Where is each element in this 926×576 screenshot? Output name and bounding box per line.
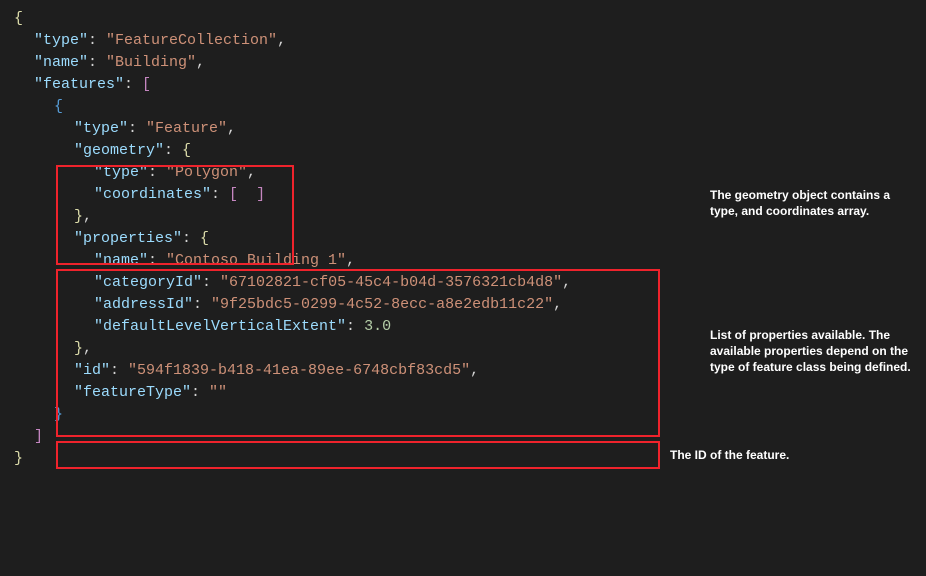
code-line: "type": "FeatureCollection", bbox=[14, 30, 926, 52]
annotation-id: The ID of the feature. bbox=[670, 447, 910, 463]
code-line: "addressId": "9f25bdc5-0299-4c52-8ecc-a8… bbox=[14, 294, 926, 316]
annotation-geometry: The geometry object contains a type, and… bbox=[710, 187, 915, 219]
code-line: "name": "Building", bbox=[14, 52, 926, 74]
code-line: "geometry": { bbox=[14, 140, 926, 162]
code-line: "featureType": "" bbox=[14, 382, 926, 404]
code-line: ] bbox=[14, 426, 926, 448]
code-line: "properties": { bbox=[14, 228, 926, 250]
code-line: { bbox=[14, 96, 926, 118]
code-line: } bbox=[14, 404, 926, 426]
code-line: "categoryId": "67102821-cf05-45c4-b04d-3… bbox=[14, 272, 926, 294]
code-line: "name": "Contoso Building 1", bbox=[14, 250, 926, 272]
annotation-properties: List of properties available. The availa… bbox=[710, 327, 915, 376]
code-line: "type": "Feature", bbox=[14, 118, 926, 140]
code-line: "type": "Polygon", bbox=[14, 162, 926, 184]
code-line: { bbox=[14, 8, 926, 30]
json-code-block: { "type": "FeatureCollection", "name": "… bbox=[0, 0, 926, 478]
code-line: "features": [ bbox=[14, 74, 926, 96]
